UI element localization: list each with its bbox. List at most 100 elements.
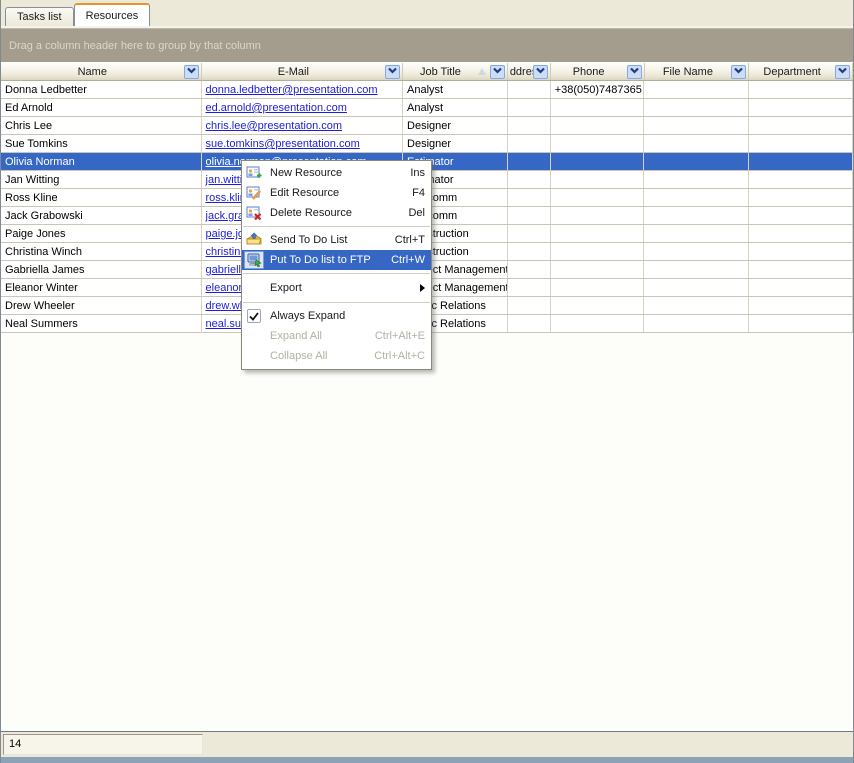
- menu-item-label: Export: [270, 282, 302, 294]
- column-header-label: Phone: [571, 66, 607, 78]
- column-header-label: File Name: [661, 66, 715, 78]
- cell-phone: [551, 189, 645, 206]
- cell-job-title: Designer: [403, 117, 508, 134]
- menu-item-label: New Resource: [270, 167, 342, 179]
- delete-resource-icon: [244, 204, 264, 222]
- email-link[interactable]: ed.arnold@presentation.com: [206, 102, 347, 114]
- column-header-file-name[interactable]: File Name: [645, 63, 750, 80]
- menu-item-shortcut: Ctrl+Alt+C: [364, 350, 425, 362]
- cell-file-name: [644, 279, 749, 296]
- column-header-department[interactable]: Department: [749, 63, 853, 80]
- column-header-phone[interactable]: Phone: [551, 63, 645, 80]
- cell-name: Olivia Norman: [1, 153, 202, 170]
- cell-name: Jack Grabowski: [1, 207, 202, 224]
- cell-address: [508, 99, 551, 116]
- cell-department: [749, 207, 853, 224]
- cell-address: [508, 261, 551, 278]
- cell-department: [749, 117, 853, 134]
- cell-phone: [551, 117, 645, 134]
- column-header-job-title[interactable]: Job Title: [403, 63, 508, 80]
- cell-phone: [551, 207, 645, 224]
- group-by-panel[interactable]: Drag a column header here to group by th…: [1, 28, 853, 62]
- cell-name: Christina Winch: [1, 243, 202, 260]
- cell-address: [508, 135, 551, 152]
- menu-item-put-to-do-list-to-ftp[interactable]: Put To Do list to FTPCtrl+W: [242, 250, 431, 270]
- cell-file-name: [644, 153, 749, 170]
- cell-address: [508, 81, 551, 98]
- cell-phone: +38(050)7487365: [551, 81, 645, 98]
- menu-item-shortcut: Ctrl+T: [385, 234, 425, 246]
- cell-name: Sue Tomkins: [1, 135, 202, 152]
- menu-item-always-expand[interactable]: Always Expand: [242, 306, 431, 326]
- filter-dropdown-button[interactable]: [627, 65, 642, 79]
- cell-file-name: [644, 171, 749, 188]
- cell-phone: [551, 171, 645, 188]
- cell-phone: [551, 297, 645, 314]
- chevron-down-icon: [186, 66, 197, 78]
- column-header-label: Department: [761, 66, 822, 78]
- table-row[interactable]: Sue Tomkins sue.tomkins@presentation.com D…: [1, 135, 853, 153]
- cell-address: [508, 225, 551, 242]
- menu-item-expand-all: Expand AllCtrl+Alt+E: [242, 326, 431, 346]
- cell-address: [508, 117, 551, 134]
- filter-dropdown-button[interactable]: [835, 65, 850, 79]
- cell-file-name: [644, 261, 749, 278]
- chevron-down-icon: [733, 66, 744, 78]
- cell-file-name: [644, 297, 749, 314]
- cell-name: Ed Arnold: [1, 99, 202, 116]
- column-header-e-mail[interactable]: E-Mail: [202, 63, 404, 80]
- tab-strip: Tasks list Resources: [1, 0, 853, 26]
- cell-department: [749, 261, 853, 278]
- table-row[interactable]: Ed Arnold ed.arnold@presentation.com Analy…: [1, 99, 853, 117]
- status-bar: 14: [1, 731, 853, 757]
- column-header-ddres[interactable]: ddres: [508, 63, 551, 80]
- menu-item-new-resource[interactable]: New Resource Ins: [242, 163, 431, 183]
- tab-resources[interactable]: Resources: [74, 3, 151, 26]
- menu-item-edit-resource[interactable]: Edit ResourceF4: [242, 183, 431, 203]
- cell-phone: [551, 279, 645, 296]
- cell-phone: [551, 225, 645, 242]
- cell-name: Donna Ledbetter: [1, 81, 202, 98]
- cell-email: ed.arnold@presentation.com: [202, 99, 404, 116]
- menu-item-shortcut: Ins: [400, 167, 425, 179]
- filter-dropdown-button[interactable]: [184, 65, 199, 79]
- menu-item-delete-resource[interactable]: Delete ResourceDel: [242, 203, 431, 223]
- table-row[interactable]: Donna Ledbetter donna.ledbetter@presentat…: [1, 81, 853, 99]
- email-link[interactable]: sue.tomkins@presentation.com: [206, 138, 360, 150]
- column-header-name[interactable]: Name: [1, 63, 202, 80]
- column-header-label: ddres: [508, 66, 533, 78]
- cell-file-name: [644, 117, 749, 134]
- cell-department: [749, 243, 853, 260]
- cell-file-name: [644, 243, 749, 260]
- checkbox-checked-icon: [244, 307, 264, 325]
- menu-item-export[interactable]: Export: [242, 277, 431, 299]
- menu-item-label: Edit Resource: [270, 187, 339, 199]
- filter-dropdown-button[interactable]: [533, 65, 548, 79]
- cell-job-title: Designer: [403, 135, 508, 152]
- cell-name: Gabriella James: [1, 261, 202, 278]
- cell-job-title: Analyst: [403, 81, 508, 98]
- column-header-label: E-Mail: [276, 66, 311, 78]
- tab-tasks-list[interactable]: Tasks list: [5, 7, 74, 26]
- sort-ascending-icon: [478, 68, 486, 75]
- table-row[interactable]: Chris Lee chris.lee@presentation.com Desig…: [1, 117, 853, 135]
- email-link[interactable]: chris.lee@presentation.com: [206, 120, 343, 132]
- cell-department: [749, 81, 853, 98]
- cell-name: Eleanor Winter: [1, 279, 202, 296]
- ftp-icon: [244, 251, 264, 269]
- menu-icon-placeholder: [244, 327, 264, 345]
- cell-department: [749, 189, 853, 206]
- chevron-down-icon: [629, 66, 640, 78]
- cell-department: [749, 297, 853, 314]
- cell-name: Chris Lee: [1, 117, 202, 134]
- filter-dropdown-button[interactable]: [731, 65, 746, 79]
- email-link[interactable]: donna.ledbetter@presentation.com: [206, 84, 378, 96]
- cell-email: sue.tomkins@presentation.com: [202, 135, 404, 152]
- cell-job-title: Analyst: [403, 99, 508, 116]
- filter-dropdown-button[interactable]: [490, 65, 505, 79]
- filter-dropdown-button[interactable]: [385, 65, 400, 79]
- cell-file-name: [644, 315, 749, 332]
- menu-item-shortcut: Ctrl+Alt+E: [365, 330, 425, 342]
- new-resource-icon: [244, 164, 264, 182]
- menu-item-send-to-do-list[interactable]: Send To Do ListCtrl+T: [242, 230, 431, 250]
